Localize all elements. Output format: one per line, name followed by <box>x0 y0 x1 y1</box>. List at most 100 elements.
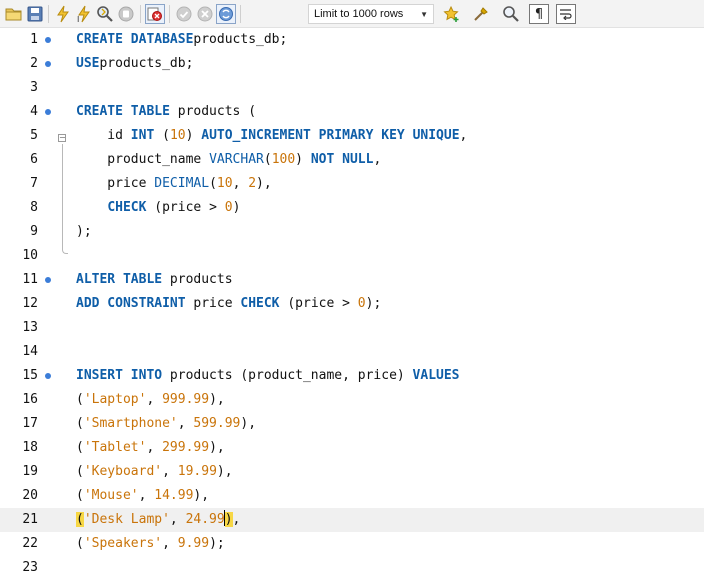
sql-number: 599.99 <box>193 416 241 431</box>
sql-token: , <box>138 488 155 503</box>
code-line[interactable]: 22 ('Speakers', 9.99); <box>0 532 704 556</box>
code-line[interactable]: 4 CREATE TABLE products ( <box>0 100 704 124</box>
code-line[interactable]: 17 ('Smartphone', 599.99), <box>0 412 704 436</box>
code-text: ADD CONSTRAINT price CHECK (price > 0); <box>76 292 381 316</box>
sql-keyword: CREATE TABLE <box>76 104 170 119</box>
sql-token: ( <box>76 416 84 431</box>
sql-token: , <box>162 536 178 551</box>
code-text: INSERT INTO products (product_name, pric… <box>76 364 460 388</box>
sql-number: 0 <box>224 200 233 215</box>
invisible-chars-icon[interactable]: ¶ <box>529 4 549 24</box>
sql-token: price <box>185 296 241 311</box>
code-line[interactable]: 2 USEproducts_db; <box>0 52 704 76</box>
code-line[interactable]: 10 <box>0 244 704 268</box>
bookmark-icon[interactable] <box>442 4 462 24</box>
code-line[interactable]: 12 ADD CONSTRAINT price CHECK (price > 0)… <box>0 292 704 316</box>
line-number: 3 <box>30 80 38 95</box>
sql-token: products (product_name, price) <box>162 368 413 383</box>
sql-number: 2 <box>248 176 257 191</box>
code-line[interactable]: 3 <box>0 76 704 100</box>
code-line[interactable]: 9); <box>0 220 704 244</box>
beautify-icon[interactable] <box>471 4 491 24</box>
word-wrap-icon[interactable] <box>556 4 576 24</box>
toggle-error-icon[interactable] <box>145 4 165 24</box>
code-line[interactable]: 21 ('Desk Lamp', 24.99), <box>0 508 704 532</box>
limit-rows-select[interactable]: Limit to 1000 rows ▼ <box>308 4 434 24</box>
sql-number: 9.99 <box>177 536 210 551</box>
sql-editor[interactable]: − 1 CREATE DATABASEproducts_db; 2 USEproduc… <box>0 28 704 576</box>
code-line[interactable]: 23 <box>0 556 704 580</box>
code-text: ('Smartphone', 599.99), <box>76 412 256 436</box>
autocommit-icon[interactable] <box>216 4 236 24</box>
code-text: ('Laptop', 999.99), <box>76 388 225 412</box>
find-icon[interactable] <box>501 4 521 24</box>
line-number: 17 <box>22 416 38 431</box>
line-number: 7 <box>30 176 38 191</box>
sql-token: ( <box>76 536 84 551</box>
sql-token: ( <box>76 464 84 479</box>
code-line[interactable]: 13 <box>0 316 704 340</box>
sql-token: ), <box>240 416 257 431</box>
chevron-down-icon: ▼ <box>420 10 428 19</box>
sql-token: ); <box>365 296 382 311</box>
code-line[interactable]: 11 ALTER TABLE products <box>0 268 704 292</box>
statement-marker-icon <box>45 61 51 67</box>
sql-token: , <box>232 512 241 527</box>
code-text: product_name VARCHAR(100) NOT NULL, <box>76 148 381 172</box>
sql-string: 'Desk Lamp' <box>83 512 170 527</box>
code-line[interactable]: 20 ('Mouse', 14.99), <box>0 484 704 508</box>
code-line[interactable]: 1 CREATE DATABASEproducts_db; <box>0 28 704 52</box>
save-icon[interactable] <box>25 4 45 24</box>
code-line[interactable]: 16 ('Laptop', 999.99), <box>0 388 704 412</box>
toolbar-separator <box>169 5 170 23</box>
code-line[interactable]: 15 INSERT INTO products (product_name, pr… <box>0 364 704 388</box>
code-text: CREATE TABLE products ( <box>76 100 256 124</box>
sql-token: , <box>373 152 382 167</box>
line-number: 16 <box>22 392 38 407</box>
sql-string: 'Tablet' <box>83 440 147 455</box>
line-number: 18 <box>22 440 38 455</box>
sql-token: ( <box>209 176 217 191</box>
code-text: ('Mouse', 14.99), <box>76 484 209 508</box>
code-text: ALTER TABLE products <box>76 268 233 292</box>
sql-keyword: CREATE DATABASE <box>76 32 194 47</box>
sql-token: ( <box>76 440 84 455</box>
code-text: USEproducts_db; <box>76 52 193 76</box>
sql-token: (price > <box>279 296 358 311</box>
toolbar-separator <box>140 5 141 23</box>
rollback-icon[interactable] <box>195 4 215 24</box>
line-number: 20 <box>22 488 38 503</box>
code-line[interactable]: 19 ('Keyboard', 19.99), <box>0 460 704 484</box>
execute-current-icon[interactable]: I <box>74 4 94 24</box>
statement-marker-icon <box>45 277 51 283</box>
code-line[interactable]: 14 <box>0 340 704 364</box>
sql-number: 24.99 <box>185 512 225 527</box>
code-line[interactable]: 5 id INT (10) AUTO_INCREMENT PRIMARY KEY… <box>0 124 704 148</box>
sql-token: ), <box>256 176 272 191</box>
line-number: 11 <box>22 272 38 287</box>
open-folder-icon[interactable] <box>4 4 24 24</box>
sql-token: , <box>146 440 163 455</box>
sql-token: ), <box>193 488 210 503</box>
sql-string: 'Mouse' <box>83 488 139 503</box>
code-line[interactable]: 7 price DECIMAL(10, 2), <box>0 172 704 196</box>
code-line[interactable]: 6 product_name VARCHAR(100) NOT NULL, <box>0 148 704 172</box>
code-line[interactable]: 18 ('Tablet', 299.99), <box>0 436 704 460</box>
sql-keyword: CHECK <box>240 296 280 311</box>
code-text: ('Speakers', 9.99); <box>76 532 225 556</box>
code-text: CHECK (price > 0) <box>76 196 240 220</box>
code-line[interactable]: 8 CHECK (price > 0) <box>0 196 704 220</box>
code-text: ('Desk Lamp', 24.99), <box>76 508 240 532</box>
sql-number: 999.99 <box>162 392 210 407</box>
explain-icon[interactable] <box>95 4 115 24</box>
line-number: 12 <box>22 296 38 311</box>
execute-icon[interactable] <box>53 4 73 24</box>
line-number: 8 <box>30 200 38 215</box>
sql-string: 'Speakers' <box>83 536 163 551</box>
sql-token: ) <box>295 152 311 167</box>
code-text: CREATE DATABASEproducts_db; <box>76 28 287 52</box>
sql-number: 14.99 <box>154 488 194 503</box>
commit-icon[interactable] <box>174 4 194 24</box>
sql-token: , <box>146 392 163 407</box>
stop-icon[interactable] <box>116 4 136 24</box>
